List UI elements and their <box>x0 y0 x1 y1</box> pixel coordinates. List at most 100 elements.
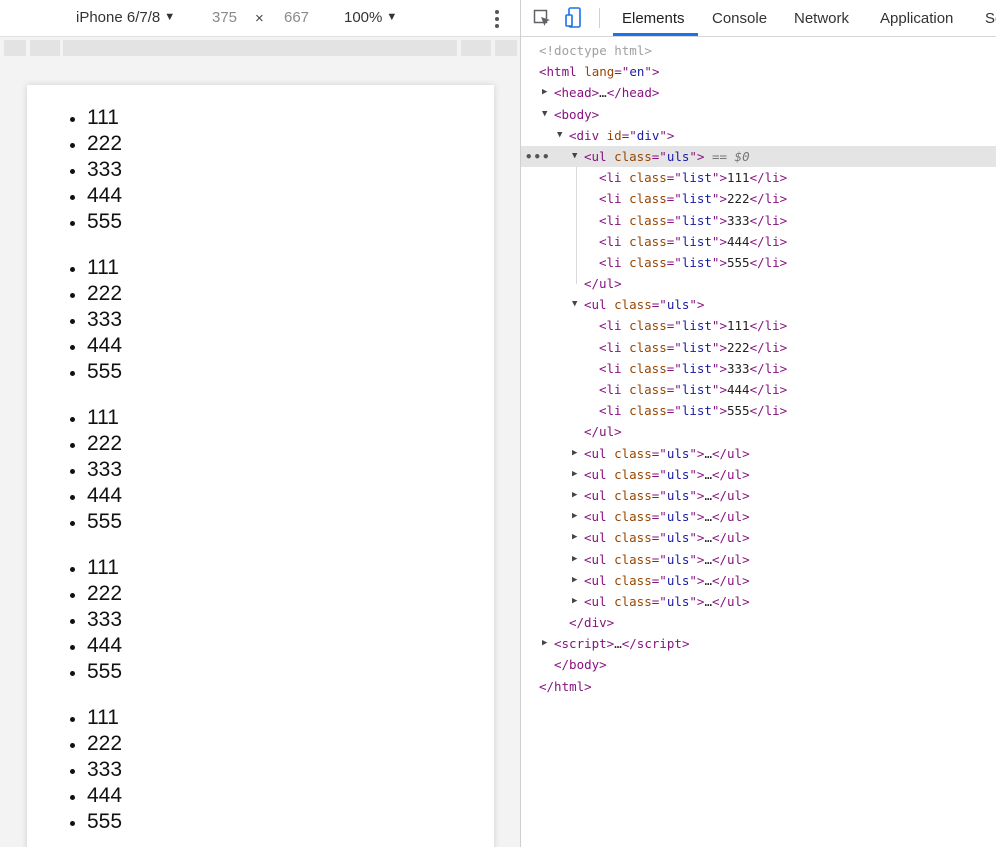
list-item: 555 <box>87 659 494 685</box>
collapse-triangle-icon[interactable]: ▶ <box>542 82 547 103</box>
list-item: 222 <box>87 431 494 457</box>
active-tab-indicator <box>613 33 698 36</box>
collapse-triangle-icon[interactable]: ▶ <box>572 527 577 548</box>
media-query-ruler[interactable] <box>0 37 520 59</box>
page-list: 111222333444555 <box>27 105 494 235</box>
dom-node-line[interactable]: <li class="list">111</li> <box>521 167 996 188</box>
dom-node-line[interactable]: ▶ <ul class="uls">…</ul> <box>521 549 996 570</box>
dom-node-line[interactable]: ▶ <head>…</head> <box>521 82 996 103</box>
dom-node-line[interactable]: <li class="list">444</li> <box>521 379 996 400</box>
expand-triangle-icon[interactable]: ▼ <box>572 146 577 167</box>
list-item: 111 <box>87 555 494 581</box>
height-field[interactable]: 667 <box>284 9 309 26</box>
list-item: 111 <box>87 405 494 431</box>
dom-node-line[interactable]: <li class="list">222</li> <box>521 337 996 358</box>
dom-node-line[interactable]: ▶ <ul class="uls">…</ul> <box>521 570 996 591</box>
dom-node-line[interactable]: <li class="list">333</li> <box>521 358 996 379</box>
dom-node-line[interactable]: </ul> <box>521 273 996 294</box>
device-emulation-pane: iPhone 6/7/8▼ 375 × 667 100%▼ 1112223334… <box>0 0 520 847</box>
doctype-line[interactable]: <!doctype html> <box>521 40 996 61</box>
collapse-triangle-icon[interactable]: ▶ <box>572 506 577 527</box>
tab-console[interactable]: Console <box>712 10 767 27</box>
list-item: 444 <box>87 633 494 659</box>
dom-node-line[interactable]: </div> <box>521 612 996 633</box>
list-item: 333 <box>87 457 494 483</box>
list-item: 555 <box>87 359 494 385</box>
page-list: 111222333444555 <box>27 255 494 385</box>
dom-node-line[interactable]: </ul> <box>521 421 996 442</box>
device-viewport: 1112223334445551112223334445551112223334… <box>27 85 494 847</box>
dom-node-line[interactable]: <li class="list">111</li> <box>521 315 996 336</box>
dom-node-line[interactable]: <li class="list">222</li> <box>521 188 996 209</box>
dom-node-line[interactable]: <html lang="en"> <box>521 61 996 82</box>
page-list: 111222333444555 <box>27 705 494 835</box>
list-item: 444 <box>87 483 494 509</box>
elements-tree: <!doctype html> <html lang="en"> ▶ <head>…<… <box>521 40 996 697</box>
list-item: 333 <box>87 307 494 333</box>
dom-node-line[interactable]: ▶ <ul class="uls">…</ul> <box>521 591 996 612</box>
list-item: 222 <box>87 731 494 757</box>
node-menu-icon[interactable]: ••• <box>525 146 551 167</box>
devtools-tabbar: Elements Console Network Application So <box>521 0 996 37</box>
list-item: 222 <box>87 131 494 157</box>
dom-node-line[interactable]: <li class="list">444</li> <box>521 231 996 252</box>
page-list: 111222333444555 <box>27 555 494 685</box>
collapse-triangle-icon[interactable]: ▶ <box>572 570 577 591</box>
dom-node-line[interactable]: ▼ <body> <box>521 104 996 125</box>
devtools-pane: Elements Console Network Application So … <box>521 0 996 847</box>
collapse-triangle-icon[interactable]: ▶ <box>572 549 577 570</box>
chevron-down-icon: ▼ <box>164 11 176 23</box>
tab-sources[interactable]: So <box>985 10 996 27</box>
chevron-down-icon: ▼ <box>386 11 398 23</box>
collapse-triangle-icon[interactable]: ▶ <box>572 591 577 612</box>
toolbar-separator <box>599 8 600 28</box>
collapse-triangle-icon[interactable]: ▶ <box>572 485 577 506</box>
list-item: 444 <box>87 783 494 809</box>
collapse-triangle-icon[interactable]: ▶ <box>572 464 577 485</box>
dom-node-line[interactable]: <li class="list">555</li> <box>521 252 996 273</box>
dom-node-line[interactable]: ▼ <ul class="uls"> <box>521 294 996 315</box>
dom-node-line[interactable]: ▶ <ul class="uls">…</ul> <box>521 464 996 485</box>
dom-node-line[interactable]: </html> <box>521 676 996 697</box>
list-item: 444 <box>87 333 494 359</box>
dom-node-line[interactable]: <li class="list">555</li> <box>521 400 996 421</box>
expand-triangle-icon[interactable]: ▼ <box>572 294 577 315</box>
list-item: 555 <box>87 509 494 535</box>
tab-application[interactable]: Application <box>880 10 953 27</box>
list-item: 555 <box>87 809 494 835</box>
list-item: 111 <box>87 105 494 131</box>
tab-network[interactable]: Network <box>794 10 849 27</box>
dom-node-line[interactable]: ▶ <ul class="uls">…</ul> <box>521 485 996 506</box>
device-select[interactable]: iPhone 6/7/8 ▼ <box>76 9 175 26</box>
dom-node-line[interactable]: ▶ <ul class="uls">…</ul> <box>521 506 996 527</box>
dom-node-line[interactable]: ▶ <ul class="uls">…</ul> <box>521 443 996 464</box>
list-item: 333 <box>87 757 494 783</box>
list-item: 111 <box>87 705 494 731</box>
dom-node-line[interactable]: <li class="list">333</li> <box>521 210 996 231</box>
dimension-separator: × <box>255 10 264 27</box>
page-content: 1112223334445551112223334445551112223334… <box>27 85 494 835</box>
dom-node-line[interactable]: ▶ <script>…</script> <box>521 633 996 654</box>
collapse-triangle-icon[interactable]: ▶ <box>542 633 547 654</box>
tab-elements[interactable]: Elements <box>622 10 685 27</box>
list-item: 222 <box>87 581 494 607</box>
expand-triangle-icon[interactable]: ▼ <box>542 104 547 125</box>
list-item: 111 <box>87 255 494 281</box>
inspect-element-icon[interactable] <box>533 9 551 27</box>
dom-node-line[interactable]: ▶ <ul class="uls">…</ul> <box>521 527 996 548</box>
list-item: 444 <box>87 183 494 209</box>
list-item: 333 <box>87 607 494 633</box>
collapse-triangle-icon[interactable]: ▶ <box>572 443 577 464</box>
selected-dom-node[interactable]: ▼ ••• <ul class="uls"> == $0 <box>521 145 996 168</box>
width-field[interactable]: 375 <box>212 9 237 26</box>
tree-guide-line <box>576 167 577 284</box>
list-item: 333 <box>87 157 494 183</box>
list-item: 555 <box>87 209 494 235</box>
dom-node-line[interactable]: </body> <box>521 654 996 675</box>
dom-node-line[interactable]: ▼ <div id="div"> <box>521 125 996 146</box>
expand-triangle-icon[interactable]: ▼ <box>557 125 562 146</box>
device-toggle-icon[interactable] <box>565 7 583 29</box>
page-list: 111222333444555 <box>27 405 494 535</box>
zoom-select[interactable]: 100% ▼ <box>344 9 397 26</box>
more-options-icon[interactable] <box>495 10 499 31</box>
